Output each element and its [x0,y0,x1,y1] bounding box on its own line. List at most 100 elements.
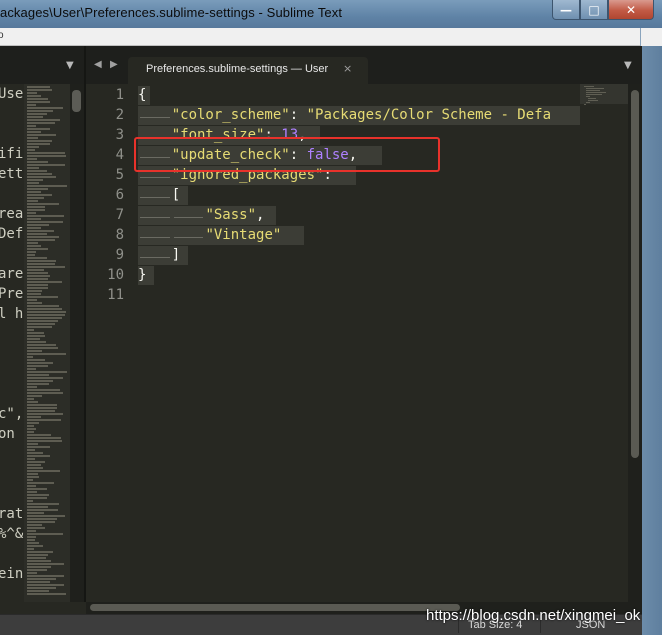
minimap-line [27,395,42,397]
minimap-line [586,96,590,97]
minimap-line [27,224,49,226]
minimap-line [27,128,50,130]
minimap-line [586,90,600,91]
minimap-line [27,527,46,529]
punctuation-token: } [138,267,147,283]
minimap-line [27,176,56,178]
annotation-highlight-box [134,137,440,172]
menu-item-partial[interactable]: o [0,30,4,41]
minimap-line [27,329,34,331]
minimap-line [27,488,47,490]
minimap-line [27,377,63,379]
minimap-line [27,356,34,358]
minimap-line [27,299,38,301]
minimap-line [27,260,57,262]
minimap-line [27,335,46,337]
minimap-line [27,575,64,577]
minimap-line [27,137,39,139]
minimap-line [27,230,54,232]
minimap-line [27,455,50,457]
menu-bar[interactable]: o [0,28,662,46]
minimap-line [27,419,62,421]
minimap-line [27,338,41,340]
minimap-line [27,332,44,334]
minimap-line [27,254,35,256]
left-pane-text: ifi [0,146,24,162]
minimap-line [27,548,34,550]
minimap-line [27,110,54,112]
minimap-line [27,470,60,472]
minimap-line [27,188,49,190]
punctuation-token: : [289,107,307,123]
left-pane-text: are [0,266,24,282]
tab-preferences-user[interactable]: Preferences.sublime-settings — User × [128,57,368,84]
minimap-line [27,164,66,166]
minimap-line [27,92,37,94]
left-pane-text: l h [0,306,24,322]
minimap-line [27,221,64,223]
minimap-line [27,95,42,97]
minimap-line [27,431,34,433]
minimap-line [27,320,59,322]
tab-label: Preferences.sublime-settings — User [146,63,329,75]
left-editor-pane[interactable]: Use ifi ett rea Def are Pre l h c", on r… [0,84,24,602]
minimap-line [27,560,52,562]
code-line[interactable]: "Vintage" [205,227,281,243]
vertical-scroll-thumb[interactable] [631,90,639,458]
minimap-line [27,542,40,544]
minimap-line [27,404,58,406]
left-vertical-scrollbar[interactable] [70,84,84,602]
left-minimap[interactable] [24,84,70,602]
vertical-scrollbar[interactable] [628,84,642,602]
minimap-line [27,425,35,427]
code-line[interactable]: ] [172,247,180,263]
tab-scroll-right-icon[interactable]: ▶ [110,59,118,70]
line-number: 6 [115,187,124,203]
tab-scroll-left-icon[interactable]: ◀ [94,59,102,70]
minimap-line [27,362,53,364]
minimap-line [27,269,45,271]
watermark-text: https://blog.csdn.net/xingmei_ok [426,607,641,624]
code-line[interactable]: } [138,267,146,283]
title-bar[interactable]: ackages\User\Preferences.sublime-setting… [0,0,662,28]
punctuation-token: , [256,207,265,223]
minimap-line [27,413,63,415]
window-title: ackages\User\Preferences.sublime-setting… [0,5,343,20]
minimap-line [27,323,55,325]
minimap-line [27,593,66,595]
code-line[interactable]: { [138,87,146,103]
tab-dropdown-icon[interactable]: ▼ [624,60,632,71]
string-token: "Vintage" [205,227,282,243]
left-pane-tab-dropdown-icon[interactable]: ▼ [66,60,74,71]
minimap-line [27,272,48,274]
close-window-button[interactable]: ✕ [608,0,654,20]
indent-guide [140,177,170,178]
minimap-line [27,428,36,430]
minimap-line [27,203,60,205]
minimap-line [27,167,40,169]
minimap-line [584,86,594,87]
minimize-button[interactable]: — [552,0,580,20]
minimap-line [27,194,52,196]
code-line[interactable]: [ [172,187,180,203]
tab-close-icon[interactable]: × [343,62,352,75]
minimap-line [586,88,604,89]
minimap-line [27,407,57,409]
minimap-line [27,485,36,487]
minimap-line [27,122,56,124]
horizontal-scroll-thumb[interactable] [90,604,460,611]
string-token: "color_scheme" [171,107,290,123]
maximize-button[interactable]: □ [580,0,608,20]
minimap[interactable] [580,84,628,602]
code-line[interactable]: "Sass", [205,207,264,223]
minimap-line [27,446,50,448]
minimap-line [27,563,64,565]
minimap-line [27,107,63,109]
minimap-line [27,467,44,469]
minimap-line [27,398,34,400]
minimap-line [27,215,65,217]
left-scroll-thumb[interactable] [72,90,81,112]
minimap-line [27,257,48,259]
code-line[interactable]: "color_scheme": "Packages/Color Scheme -… [172,107,551,123]
minimap-line [27,146,39,148]
